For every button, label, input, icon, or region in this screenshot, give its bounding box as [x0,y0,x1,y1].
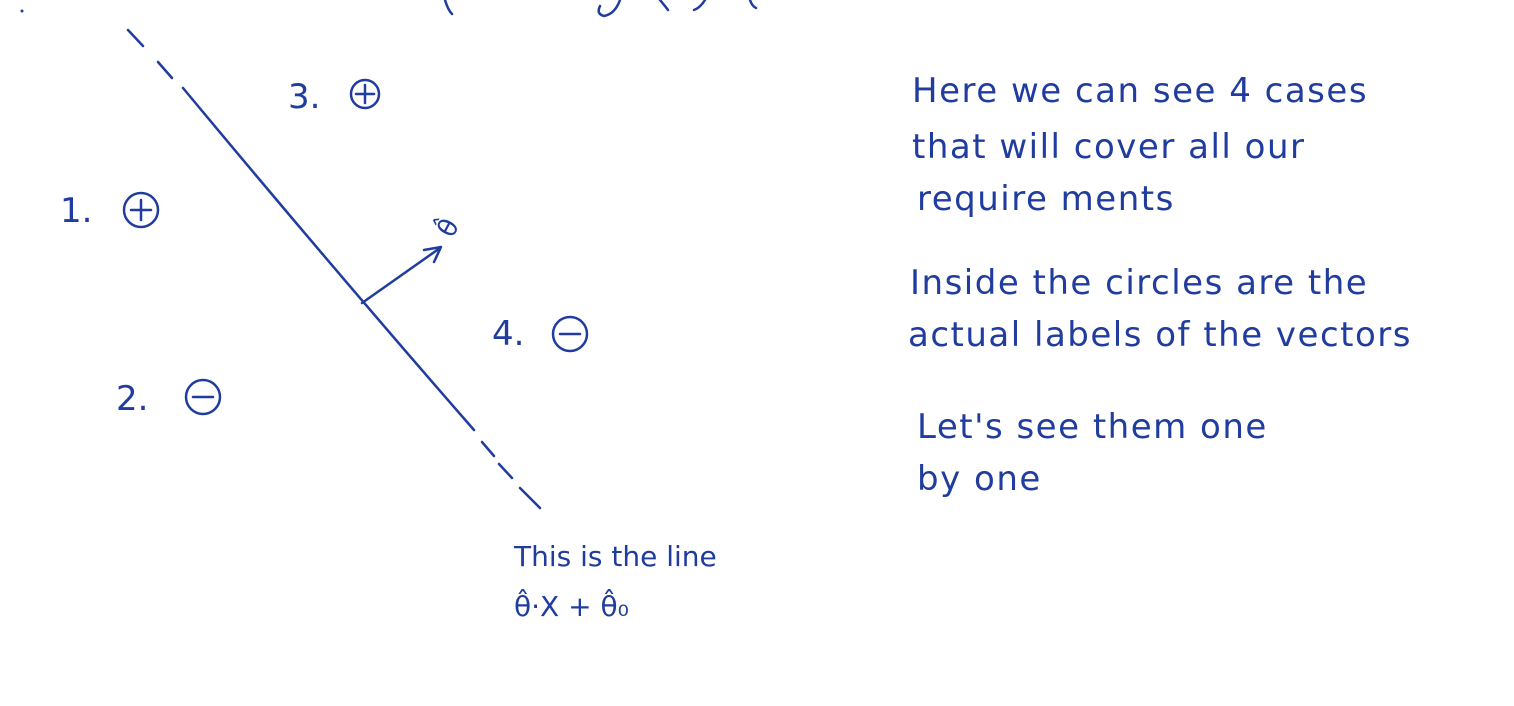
boundary-dash-bottom-2 [497,462,514,480]
plus-circle-icon [122,191,160,229]
cropped-header-strokes [443,0,758,18]
case-2-number: 2. [116,379,148,419]
minus-circle-icon [551,315,589,353]
boundary-dash-bottom-1 [480,440,496,458]
theta-hat-vector: θ̂ [360,212,466,305]
note-paragraph-3-line-2: by one [917,459,1042,499]
case-3: 3. [288,77,381,117]
note-paragraph-3-line-1: Let's see them one [917,407,1268,447]
theta-hat-label: θ̂ [429,212,466,242]
notes: Here we can see 4 cases that will cover … [908,71,1412,499]
line-equation: θ̂·X + θ̂₀ [514,587,629,623]
minus-circle-icon [184,378,222,416]
note-paragraph-1-line-1: Here we can see 4 cases [912,71,1368,111]
case-1-number: 1. [60,191,92,231]
case-4-number: 4. [492,314,524,354]
note-paragraph-1-line-2: that will cover all our [912,127,1306,167]
ink-speck [20,9,24,13]
boundary-dash-bottom-3 [518,486,542,510]
case-2: 2. [116,378,222,419]
handwritten-diagram: θ̂ 1. 2. 3. 4. This is the line θ̂·X + θ… [20,0,1412,623]
note-paragraph-2-line-2: actual labels of the vectors [908,315,1412,355]
boundary-dash-top-2 [156,60,174,80]
plus-circle-icon [349,78,381,110]
case-1: 1. [60,191,160,231]
line-caption: This is the line θ̂·X + θ̂₀ [513,540,717,623]
line-caption-text: This is the line [513,540,717,573]
note-paragraph-2-line-1: Inside the circles are the [910,263,1368,303]
theta-hat-arrow-shaft [360,246,442,305]
boundary-dash-top-1 [126,28,145,48]
note-paragraph-1-line-3: require ments [917,179,1175,219]
boundary-solid-segment [181,86,476,432]
decision-boundary-line [126,28,542,510]
case-3-number: 3. [288,77,320,117]
case-4: 4. [492,314,589,354]
